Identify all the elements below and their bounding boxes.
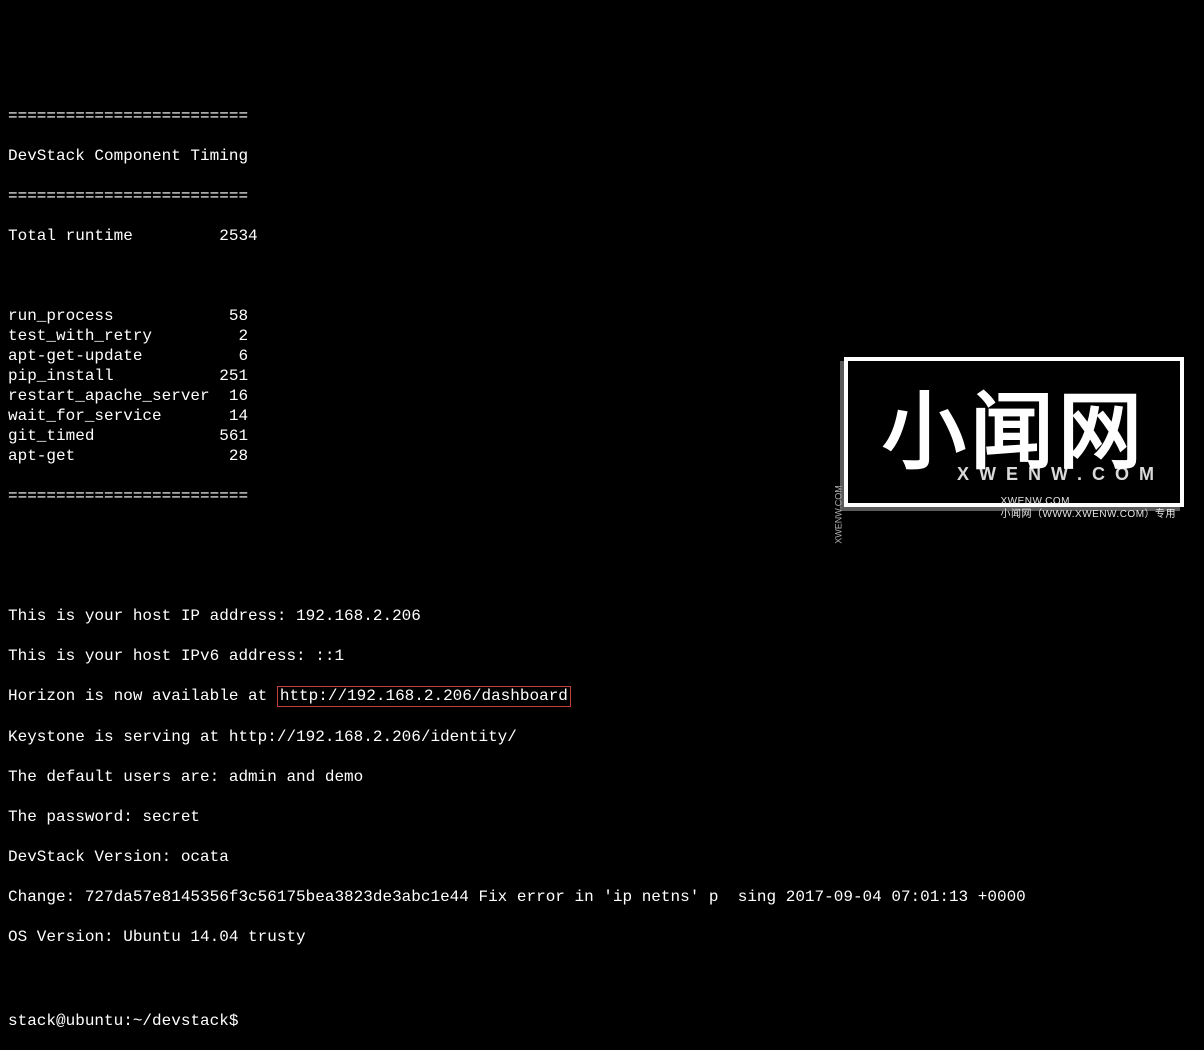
timing-name: apt-get	[8, 447, 219, 465]
blank-line	[8, 967, 1196, 987]
timing-row: test_with_retry 2	[8, 326, 1196, 346]
timing-value: 561	[219, 427, 248, 445]
blank-line	[8, 266, 1196, 286]
timing-name: wait_for_service	[8, 407, 219, 425]
msg-horizon: Horizon is now available at http://192.1…	[8, 686, 1196, 707]
timing-value: 16	[219, 387, 248, 405]
timing-name: test_with_retry	[8, 327, 219, 345]
watermark-side: XWENW.COM	[833, 485, 844, 544]
msg-password: The password: secret	[8, 807, 1196, 827]
timing-value: 251	[219, 367, 248, 385]
timing-header: DevStack Component Timing	[8, 146, 1196, 166]
shell-prompt[interactable]: stack@ubuntu:~/devstack$	[8, 1011, 1196, 1031]
timing-value: 28	[219, 447, 248, 465]
watermark-footer: XWENW.COM 小闻网（WWW.XWENW.COM）专用	[994, 484, 1180, 522]
timing-name: run_process	[8, 307, 219, 325]
divider: =========================	[8, 106, 1196, 126]
prompt-sep: :	[123, 1012, 133, 1030]
msg-change: Change: 727da57e8145356f3c56175bea3823de…	[8, 887, 1196, 907]
timing-value: 2	[219, 327, 248, 345]
timing-value: 14	[219, 407, 248, 425]
total-value: 2534	[219, 227, 257, 245]
timing-name: apt-get-update	[8, 347, 219, 365]
divider: =========================	[8, 186, 1196, 206]
timing-name: git_timed	[8, 427, 219, 445]
watermark-sub-right: 小闻网（WWW.XWENW.COM）专用	[1001, 509, 1177, 520]
msg-host-ipv6: This is your host IPv6 address: ::1	[8, 646, 1196, 666]
prompt-path: ~/devstack	[133, 1012, 229, 1030]
msg-os: OS Version: Ubuntu 14.04 trusty	[8, 927, 1196, 947]
timing-name: pip_install	[8, 367, 219, 385]
timing-name: restart_apache_server	[8, 387, 219, 405]
msg-horizon-prefix: Horizon is now available at	[8, 687, 277, 705]
watermark-text: 小闻网	[882, 380, 1146, 485]
blank-line	[8, 566, 1196, 586]
watermark-sub-left: XWENW.COM	[1001, 496, 1071, 507]
msg-users: The default users are: admin and demo	[8, 767, 1196, 787]
horizon-url-link[interactable]: http://192.168.2.206/dashboard	[277, 686, 571, 707]
timing-row: run_process 58	[8, 306, 1196, 326]
msg-version: DevStack Version: ocata	[8, 847, 1196, 867]
total-row: Total runtime 2534	[8, 226, 1196, 246]
prompt-dollar: $	[229, 1012, 239, 1030]
prompt-user-host: stack@ubuntu	[8, 1012, 123, 1030]
timing-value: 58	[219, 307, 248, 325]
terminal-output: ========================= DevStack Compo…	[8, 86, 1196, 1050]
msg-keystone: Keystone is serving at http://192.168.2.…	[8, 727, 1196, 747]
timing-value: 6	[219, 347, 248, 365]
msg-host-ip: This is your host IP address: 192.168.2.…	[8, 606, 1196, 626]
total-label: Total runtime	[8, 227, 133, 245]
blank-line	[8, 526, 1196, 546]
